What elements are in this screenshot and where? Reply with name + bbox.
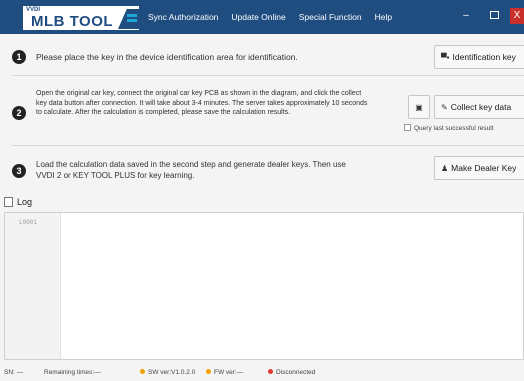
save-results-button[interactable]: ▣ xyxy=(408,95,430,119)
line-number-gutter: L0001 xyxy=(5,213,61,359)
logo-product: MLB TOOL xyxy=(31,13,114,30)
serial-number: SN: — xyxy=(4,369,24,376)
save-icon: ▣ xyxy=(415,103,423,112)
step-instructions: Load the calculation data saved in the s… xyxy=(36,160,346,180)
connection-status: Disconnected xyxy=(268,369,315,376)
identification-key-button[interactable]: ▀▪ Identification key xyxy=(434,45,524,69)
log-title: Log xyxy=(17,197,33,207)
document-icon xyxy=(4,197,13,207)
close-button[interactable]: X xyxy=(510,8,524,24)
divider xyxy=(12,75,524,76)
minimize-button[interactable]: – xyxy=(456,8,476,24)
query-last-result-checkbox[interactable]: Query last successful result xyxy=(404,124,493,132)
step-dealer-key: 3 Load the calculation data saved in the… xyxy=(12,148,524,186)
logo-mark-icon xyxy=(118,9,140,29)
disconnected-dot-icon xyxy=(268,369,273,374)
menu-update-online[interactable]: Update Online xyxy=(231,12,285,22)
step-collect: 2 Open the original car key, connect the… xyxy=(12,78,524,142)
log-panel[interactable]: L0001 xyxy=(4,212,524,360)
step-instructions: Please place the key in the device ident… xyxy=(36,52,298,62)
title-bar: VVDI MLB TOOL Sync Authorization Update … xyxy=(0,0,524,34)
maximize-button[interactable] xyxy=(484,8,504,24)
collect-icon: ✎ xyxy=(441,103,448,112)
menu-sync-authorization[interactable]: Sync Authorization xyxy=(148,12,218,22)
software-version: SW ver:V1.0.2.0 xyxy=(140,369,195,376)
key-icon: ▀▪ xyxy=(441,53,450,62)
log-header: Log xyxy=(0,196,524,210)
line-number: L0001 xyxy=(19,219,38,226)
firmware-version: FW ver:— xyxy=(206,369,243,376)
app-logo: VVDI MLB TOOL xyxy=(22,5,140,31)
step-number: 2 xyxy=(12,106,26,120)
users-icon: ♟ xyxy=(441,164,449,173)
main-menu: Sync Authorization Update Online Special… xyxy=(148,12,392,22)
step-number: 1 xyxy=(12,50,26,64)
remaining-times: Remaining times:— xyxy=(44,369,101,376)
status-dot-icon xyxy=(206,369,211,374)
checkbox-box[interactable] xyxy=(404,124,411,131)
step-instructions: Open the original car key, connect the o… xyxy=(36,90,368,116)
checkbox-label: Query last successful result xyxy=(414,125,494,132)
button-label: Identification key xyxy=(452,52,516,62)
button-label: Collect key data xyxy=(450,102,512,112)
divider xyxy=(12,145,524,146)
menu-special-function[interactable]: Special Function xyxy=(299,12,362,22)
step-identify: 1 Please place the key in the device ide… xyxy=(12,42,524,72)
step-number: 3 xyxy=(12,164,26,178)
collect-key-data-button[interactable]: ✎ Collect key data xyxy=(434,95,524,119)
status-bar: SN: — Remaining times:— SW ver:V1.0.2.0 … xyxy=(0,366,524,381)
make-dealer-key-button[interactable]: ♟ Make Dealer Key xyxy=(434,156,524,180)
status-dot-icon xyxy=(140,369,145,374)
button-label: Make Dealer Key xyxy=(451,163,517,173)
menu-help[interactable]: Help xyxy=(375,12,392,22)
